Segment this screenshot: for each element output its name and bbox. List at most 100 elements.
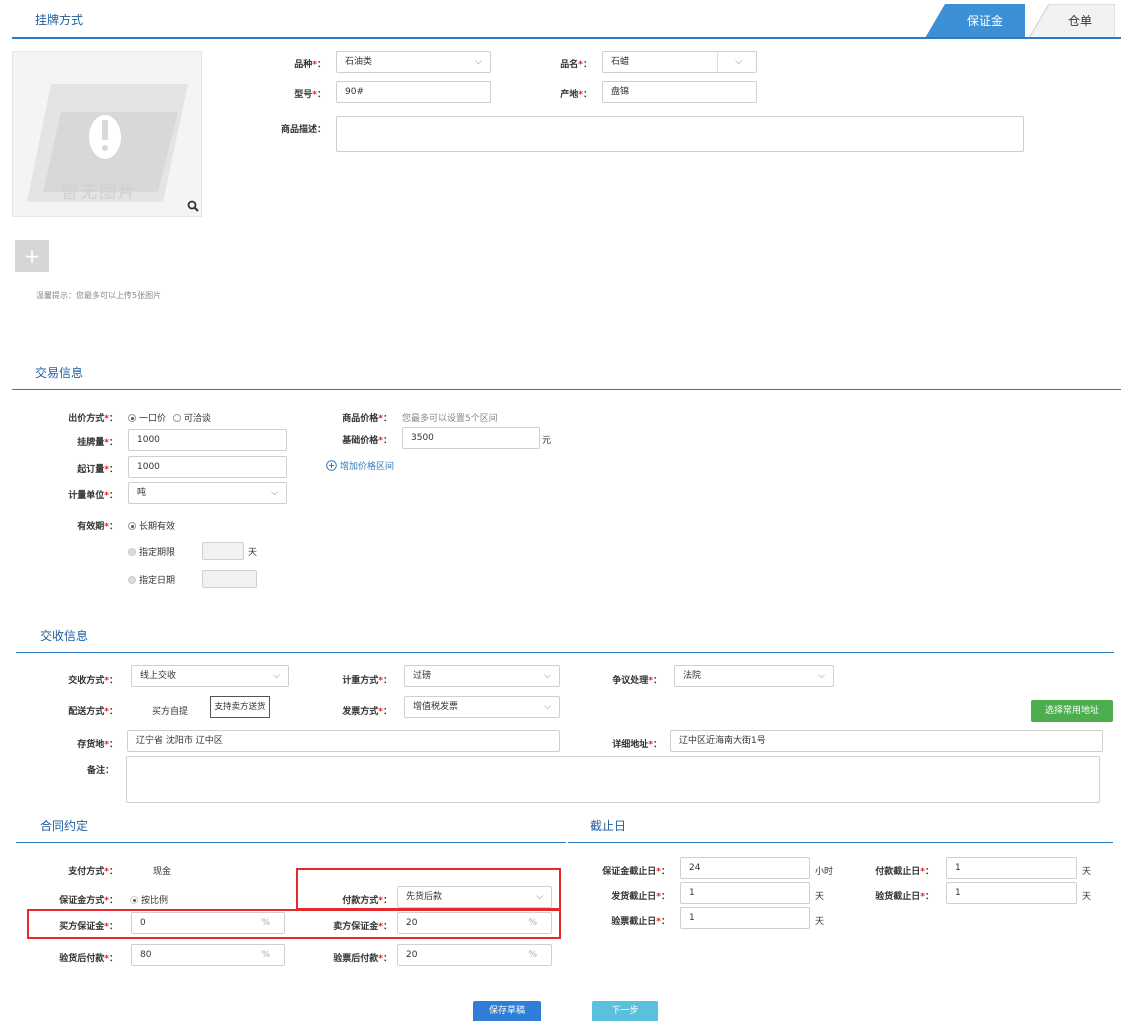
add-price-range-text: 增加价格区间 bbox=[340, 462, 395, 472]
validity-date-option[interactable]: 指定日期 bbox=[128, 573, 175, 586]
negotiable-text: 可洽谈 bbox=[183, 414, 211, 424]
address-input[interactable]: 辽中区近海南大街1号 bbox=[670, 730, 1103, 752]
payment-deadline-unit: 天 bbox=[1082, 867, 1092, 877]
validity-date-input[interactable] bbox=[202, 570, 257, 588]
product-name-select[interactable]: 石蜡 ⌵ bbox=[602, 51, 757, 73]
price-mode-label: 出价方式*： bbox=[68, 414, 118, 424]
base-price-input[interactable]: 3500 bbox=[402, 427, 540, 449]
save-draft-button[interactable]: 保存草稿 bbox=[473, 1001, 541, 1021]
deadline-divider bbox=[568, 842, 1113, 843]
deposit-row-highlight bbox=[27, 909, 561, 939]
option-seller-delivery[interactable]: 支持卖方送货 bbox=[210, 696, 270, 718]
product-name-label: 品名*： bbox=[560, 60, 592, 70]
metering-label: 计重方式*： bbox=[342, 676, 392, 686]
validity-period-option[interactable]: 指定期限 bbox=[128, 545, 175, 558]
radio-fixed-price[interactable] bbox=[128, 414, 136, 422]
date-text: 指定日期 bbox=[139, 576, 176, 586]
validity-long-option[interactable]: 长期有效 bbox=[128, 519, 175, 532]
price-mode-radios[interactable]: 一口价 可洽谈 bbox=[128, 411, 211, 424]
pay-after-receipt-label: 验货后付款*： bbox=[59, 954, 118, 964]
variety-label: 品种*： bbox=[294, 60, 326, 70]
deadline-section-title: 截止日 bbox=[590, 819, 627, 833]
ship-deadline-unit: 天 bbox=[815, 892, 825, 902]
zoom-icon[interactable] bbox=[187, 200, 199, 212]
storage-location-input[interactable]: 辽宁省 沈阳市 辽中区 bbox=[127, 730, 560, 752]
upload-tip: 温馨提示：您最多可以上传5张图片 bbox=[36, 291, 162, 300]
deposit-mode-label: 保证金方式*： bbox=[59, 896, 118, 906]
radio-negotiable[interactable] bbox=[172, 414, 181, 422]
listing-qty-input[interactable]: 1000 bbox=[128, 429, 287, 451]
payment-deadline-label: 付款截止日*： bbox=[875, 867, 934, 877]
next-step-button[interactable]: 下一步 bbox=[592, 1001, 658, 1021]
invoice-deadline-input[interactable]: 1 bbox=[680, 907, 810, 929]
option-buyer-pickup[interactable]: 买方自提 bbox=[152, 704, 188, 717]
period-days-input[interactable] bbox=[202, 542, 244, 560]
validity-label: 有效期*： bbox=[77, 522, 118, 532]
remark-textarea[interactable] bbox=[126, 756, 1100, 803]
radio-by-ratio[interactable] bbox=[130, 896, 138, 904]
delivery-divider bbox=[16, 652, 1114, 653]
fixed-price-text: 一口价 bbox=[139, 414, 167, 424]
model-label: 型号*： bbox=[294, 90, 326, 100]
delivery-mode-select[interactable]: 线上交收 ⌵ bbox=[131, 665, 289, 687]
contract-divider bbox=[16, 842, 566, 843]
listing-qty-label: 挂牌量*： bbox=[77, 438, 118, 448]
payment-deadline-input[interactable]: 1 bbox=[946, 857, 1077, 879]
deposit-mode-option[interactable]: 按比例 bbox=[130, 893, 168, 906]
invoice-select[interactable]: 增值税发票 ⌵ bbox=[404, 696, 560, 718]
pay-after-receipt-input[interactable]: 80% bbox=[131, 944, 285, 966]
inspect-deadline-label: 验货截止日*： bbox=[875, 892, 934, 902]
deposit-deadline-label: 保证金截止日*： bbox=[602, 867, 670, 877]
metering-select[interactable]: 过磅 ⌵ bbox=[404, 665, 560, 687]
add-price-range-link[interactable]: 增加价格区间 bbox=[326, 459, 394, 472]
distribution-label: 配送方式*： bbox=[68, 707, 118, 717]
add-image-button[interactable]: + bbox=[15, 240, 49, 272]
payment-type-highlight bbox=[296, 868, 561, 910]
payment-method-label: 支付方式*： bbox=[68, 867, 118, 877]
listing-divider bbox=[12, 37, 1121, 39]
ship-deadline-input[interactable]: 1 bbox=[680, 882, 810, 904]
add-circle-icon bbox=[326, 460, 337, 471]
radio-long-term[interactable] bbox=[128, 522, 136, 530]
invoice-label: 发票方式*： bbox=[342, 707, 392, 717]
origin-input[interactable]: 盘锦 bbox=[602, 81, 757, 103]
radio-period[interactable] bbox=[128, 548, 136, 556]
description-label: 商品描述： bbox=[280, 125, 326, 135]
ship-deadline-label: 发货截止日*： bbox=[611, 892, 670, 902]
listing-section-title: 挂牌方式 bbox=[35, 13, 84, 27]
storage-label: 存货地*： bbox=[77, 740, 118, 750]
invoice-deadline-label: 验票截止日*： bbox=[611, 917, 670, 927]
delivery-section-title: 交收信息 bbox=[40, 629, 89, 643]
origin-label: 产地*： bbox=[560, 90, 592, 100]
contract-section-title: 合同约定 bbox=[40, 819, 89, 833]
pay-after-invoice-label: 验票后付款*： bbox=[333, 954, 392, 964]
pay-after-invoice-input[interactable]: 20% bbox=[397, 944, 552, 966]
min-order-input[interactable]: 1000 bbox=[128, 456, 287, 478]
model-input[interactable]: 90# bbox=[336, 81, 491, 103]
tab-deposit[interactable]: 保证金 bbox=[955, 4, 1015, 38]
remark-label: 备注： bbox=[86, 766, 114, 776]
deposit-deadline-input[interactable]: 24 bbox=[680, 857, 810, 879]
choose-address-button[interactable]: 选择常用地址 bbox=[1031, 700, 1113, 722]
address-label: 详细地址*： bbox=[612, 740, 662, 750]
period-unit: 天 bbox=[248, 548, 258, 558]
dispute-label: 争议处理*： bbox=[612, 676, 662, 686]
dispute-select[interactable]: 法院 ⌵ bbox=[674, 665, 834, 687]
by-ratio-text: 按比例 bbox=[141, 896, 169, 906]
delivery-mode-label: 交收方式*： bbox=[68, 676, 118, 686]
trade-divider bbox=[12, 389, 1121, 390]
min-order-label: 起订量*： bbox=[77, 465, 118, 475]
tab-warehouse-receipt[interactable]: 仓单 bbox=[1050, 4, 1110, 38]
base-price-label: 基础价格*： bbox=[342, 436, 392, 446]
product-image-placeholder: 暂无图片 bbox=[12, 51, 202, 217]
inspect-deadline-input[interactable]: 1 bbox=[946, 882, 1077, 904]
no-image-text: 暂无图片 bbox=[61, 183, 137, 203]
payment-method-value: 现金 bbox=[153, 867, 172, 877]
description-textarea[interactable] bbox=[336, 116, 1024, 152]
variety-select[interactable]: 石油类 ⌵ bbox=[336, 51, 491, 73]
unit-select[interactable]: 吨 ⌵ bbox=[128, 482, 287, 504]
radio-date[interactable] bbox=[128, 576, 136, 584]
trade-section-title: 交易信息 bbox=[35, 366, 84, 380]
inspect-deadline-unit: 天 bbox=[1082, 892, 1092, 902]
invoice-deadline-unit: 天 bbox=[815, 917, 825, 927]
